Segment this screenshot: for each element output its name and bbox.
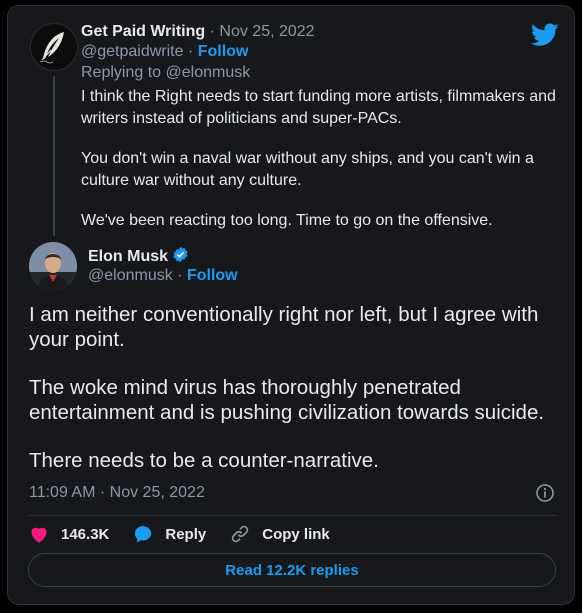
like-button[interactable]: 146.3K [29,525,109,543]
thread-line [53,76,55,236]
person-photo-icon [29,242,77,290]
tweet-paragraph: There needs to be a counter-narrative. [29,449,379,472]
like-count: 146.3K [61,525,110,543]
author-name[interactable]: Get Paid Writing [81,23,205,40]
replying-to: Replying to @elonmusk [81,64,250,82]
heart-icon [31,527,47,543]
info-icon[interactable] [535,483,555,503]
author-handle[interactable]: @getpaidwrite [81,43,184,60]
replying-to-label: Replying to [81,64,162,81]
tweet-time: 11:09 AM [29,484,96,501]
read-replies-label: Read 12.2K replies [225,561,359,579]
separator: · [187,43,194,60]
replying-to-handle[interactable]: @elonmusk [166,64,251,81]
main-header: Elon Musk [88,246,189,266]
quoted-header: Get Paid Writing · Nov 25, 2022 [81,23,315,41]
follow-button[interactable]: Follow [187,267,238,284]
tweet-date[interactable]: Nov 25, 2022 [219,23,314,40]
separator: · [209,23,215,40]
tweet-embed-card: Get Paid Writing · Nov 25, 2022 @getpaid… [7,5,575,605]
tweet-paragraph: The woke mind virus has thoroughly penet… [29,376,545,424]
reply-label: Reply [165,525,207,543]
quoted-handle-row: @getpaidwrite · Follow [81,43,248,61]
copy-link-label: Copy link [262,525,330,543]
tweet-paragraph: We've been reacting too long. Time to go… [81,212,493,229]
verified-badge-icon [173,246,188,263]
twitter-bird-icon[interactable] [531,23,559,47]
reply-bubble-icon [135,526,152,543]
quill-icon [39,32,64,64]
tweet-paragraph: I am neither conventionally right nor le… [29,303,539,351]
tweet-date: Nov 25, 2022 [109,484,205,501]
avatar[interactable] [29,242,77,290]
main-handle-row: @elonmusk · Follow [88,267,238,285]
author-handle[interactable]: @elonmusk [88,267,173,284]
divider [29,515,557,516]
separator: · [177,267,183,284]
copy-link-button[interactable]: Copy link [230,524,330,544]
avatar[interactable] [30,23,78,71]
main-tweet-text: I am neither conventionally right nor le… [29,303,569,498]
follow-button[interactable]: Follow [198,43,249,60]
link-icon [232,525,249,543]
separator: · [99,484,106,501]
tweet-paragraph: You don't win a naval war without any sh… [81,150,534,189]
reply-button[interactable]: Reply [133,524,206,544]
tweet-paragraph: I think the Right needs to start funding… [81,88,556,127]
tweet-timestamp[interactable]: 11:09 AM · Nov 25, 2022 [29,484,205,502]
quoted-tweet-text: I think the Right needs to start funding… [81,86,561,250]
author-name[interactable]: Elon Musk [88,248,168,265]
action-bar: 146.3K Reply Copy link [29,522,354,546]
read-replies-button[interactable]: Read 12.2K replies [28,553,556,587]
